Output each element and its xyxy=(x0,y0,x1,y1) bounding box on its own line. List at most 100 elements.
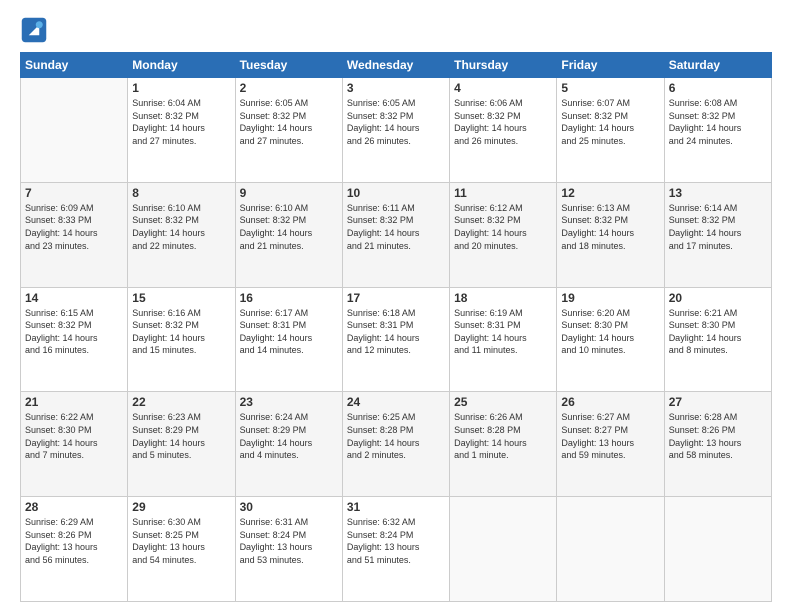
calendar-cell: 21 Sunrise: 6:22 AMSunset: 8:30 PMDayligh… xyxy=(21,392,128,497)
calendar-cell: 17 Sunrise: 6:18 AMSunset: 8:31 PMDayligh… xyxy=(342,287,449,392)
day-header-saturday: Saturday xyxy=(664,53,771,78)
day-number: 7 xyxy=(25,186,123,200)
day-number: 29 xyxy=(132,500,230,514)
calendar-cell: 7 Sunrise: 6:09 AMSunset: 8:33 PMDaylight… xyxy=(21,182,128,287)
calendar-cell: 2Sunrise: 6:05 AMSunset: 8:32 PMDaylight… xyxy=(235,78,342,183)
day-info: Sunrise: 6:19 AMSunset: 8:31 PMDaylight:… xyxy=(454,307,552,357)
calendar-cell: 31 Sunrise: 6:32 AMSunset: 8:24 PMDayligh… xyxy=(342,497,449,602)
day-number: 31 xyxy=(347,500,445,514)
day-info: Sunrise: 6:12 AMSunset: 8:32 PMDaylight:… xyxy=(454,202,552,252)
day-info: Sunrise: 6:10 AMSunset: 8:32 PMDaylight:… xyxy=(240,202,338,252)
day-number: 26 xyxy=(561,395,659,409)
day-number: 30 xyxy=(240,500,338,514)
day-info: Sunrise: 6:20 AMSunset: 8:30 PMDaylight:… xyxy=(561,307,659,357)
calendar-week-row: 21 Sunrise: 6:22 AMSunset: 8:30 PMDayligh… xyxy=(21,392,772,497)
logo xyxy=(20,16,52,44)
header xyxy=(20,16,772,44)
day-header-sunday: Sunday xyxy=(21,53,128,78)
day-number: 15 xyxy=(132,291,230,305)
day-info: Sunrise: 6:16 AMSunset: 8:32 PMDaylight:… xyxy=(132,307,230,357)
calendar-cell xyxy=(557,497,664,602)
calendar-cell: 5 Sunrise: 6:07 AMSunset: 8:32 PMDaylight… xyxy=(557,78,664,183)
day-info: Sunrise: 6:05 AMSunset: 8:32 PMDaylight:… xyxy=(347,97,445,147)
day-info: Sunrise: 6:09 AMSunset: 8:33 PMDaylight:… xyxy=(25,202,123,252)
day-info: Sunrise: 6:22 AMSunset: 8:30 PMDaylight:… xyxy=(25,411,123,461)
calendar-cell: 12 Sunrise: 6:13 AMSunset: 8:32 PMDayligh… xyxy=(557,182,664,287)
calendar-cell: 11 Sunrise: 6:12 AMSunset: 8:32 PMDayligh… xyxy=(450,182,557,287)
calendar-cell: 9 Sunrise: 6:10 AMSunset: 8:32 PMDaylight… xyxy=(235,182,342,287)
day-info: Sunrise: 6:17 AMSunset: 8:31 PMDaylight:… xyxy=(240,307,338,357)
day-number: 6 xyxy=(669,81,767,95)
day-number: 23 xyxy=(240,395,338,409)
calendar-week-row: 1Sunrise: 6:04 AMSunset: 8:32 PMDaylight… xyxy=(21,78,772,183)
calendar-cell: 13 Sunrise: 6:14 AMSunset: 8:32 PMDayligh… xyxy=(664,182,771,287)
calendar-cell: 8 Sunrise: 6:10 AMSunset: 8:32 PMDaylight… xyxy=(128,182,235,287)
day-info: Sunrise: 6:23 AMSunset: 8:29 PMDaylight:… xyxy=(132,411,230,461)
day-number: 27 xyxy=(669,395,767,409)
day-info: Sunrise: 6:10 AMSunset: 8:32 PMDaylight:… xyxy=(132,202,230,252)
day-info: Sunrise: 6:28 AMSunset: 8:26 PMDaylight:… xyxy=(669,411,767,461)
day-header-thursday: Thursday xyxy=(450,53,557,78)
calendar-cell: 19 Sunrise: 6:20 AMSunset: 8:30 PMDayligh… xyxy=(557,287,664,392)
day-number: 8 xyxy=(132,186,230,200)
day-info: Sunrise: 6:24 AMSunset: 8:29 PMDaylight:… xyxy=(240,411,338,461)
day-info: Sunrise: 6:14 AMSunset: 8:32 PMDaylight:… xyxy=(669,202,767,252)
day-number: 17 xyxy=(347,291,445,305)
day-info: Sunrise: 6:05 AMSunset: 8:32 PMDaylight:… xyxy=(240,97,338,147)
day-number: 25 xyxy=(454,395,552,409)
day-number: 14 xyxy=(25,291,123,305)
day-header-monday: Monday xyxy=(128,53,235,78)
day-info: Sunrise: 6:21 AMSunset: 8:30 PMDaylight:… xyxy=(669,307,767,357)
day-number: 10 xyxy=(347,186,445,200)
day-info: Sunrise: 6:18 AMSunset: 8:31 PMDaylight:… xyxy=(347,307,445,357)
calendar-cell: 18 Sunrise: 6:19 AMSunset: 8:31 PMDayligh… xyxy=(450,287,557,392)
day-header-wednesday: Wednesday xyxy=(342,53,449,78)
calendar-cell: 29 Sunrise: 6:30 AMSunset: 8:25 PMDayligh… xyxy=(128,497,235,602)
calendar-cell: 16Sunrise: 6:17 AMSunset: 8:31 PMDayligh… xyxy=(235,287,342,392)
day-info: Sunrise: 6:08 AMSunset: 8:32 PMDaylight:… xyxy=(669,97,767,147)
day-number: 11 xyxy=(454,186,552,200)
day-number: 12 xyxy=(561,186,659,200)
day-number: 3 xyxy=(347,81,445,95)
day-number: 4 xyxy=(454,81,552,95)
day-number: 20 xyxy=(669,291,767,305)
calendar-cell xyxy=(664,497,771,602)
calendar-cell: 30 Sunrise: 6:31 AMSunset: 8:24 PMDayligh… xyxy=(235,497,342,602)
calendar-cell xyxy=(21,78,128,183)
day-number: 13 xyxy=(669,186,767,200)
day-number: 18 xyxy=(454,291,552,305)
day-info: Sunrise: 6:06 AMSunset: 8:32 PMDaylight:… xyxy=(454,97,552,147)
calendar-cell: 4 Sunrise: 6:06 AMSunset: 8:32 PMDaylight… xyxy=(450,78,557,183)
calendar-cell: 23 Sunrise: 6:24 AMSunset: 8:29 PMDayligh… xyxy=(235,392,342,497)
day-info: Sunrise: 6:27 AMSunset: 8:27 PMDaylight:… xyxy=(561,411,659,461)
day-header-tuesday: Tuesday xyxy=(235,53,342,78)
day-info: Sunrise: 6:30 AMSunset: 8:25 PMDaylight:… xyxy=(132,516,230,566)
day-number: 19 xyxy=(561,291,659,305)
calendar-cell: 24Sunrise: 6:25 AMSunset: 8:28 PMDayligh… xyxy=(342,392,449,497)
calendar-week-row: 28Sunrise: 6:29 AMSunset: 8:26 PMDayligh… xyxy=(21,497,772,602)
day-number: 9 xyxy=(240,186,338,200)
day-info: Sunrise: 6:07 AMSunset: 8:32 PMDaylight:… xyxy=(561,97,659,147)
calendar-table: SundayMondayTuesdayWednesdayThursdayFrid… xyxy=(20,52,772,602)
calendar-cell: 3 Sunrise: 6:05 AMSunset: 8:32 PMDaylight… xyxy=(342,78,449,183)
calendar-cell: 6 Sunrise: 6:08 AMSunset: 8:32 PMDaylight… xyxy=(664,78,771,183)
day-info: Sunrise: 6:29 AMSunset: 8:26 PMDaylight:… xyxy=(25,516,123,566)
day-number: 22 xyxy=(132,395,230,409)
day-info: Sunrise: 6:15 AMSunset: 8:32 PMDaylight:… xyxy=(25,307,123,357)
calendar-cell: 22 Sunrise: 6:23 AMSunset: 8:29 PMDayligh… xyxy=(128,392,235,497)
day-header-friday: Friday xyxy=(557,53,664,78)
calendar-cell xyxy=(450,497,557,602)
calendar-week-row: 7 Sunrise: 6:09 AMSunset: 8:33 PMDaylight… xyxy=(21,182,772,287)
day-number: 1 xyxy=(132,81,230,95)
logo-icon xyxy=(20,16,48,44)
calendar-cell: 20 Sunrise: 6:21 AMSunset: 8:30 PMDayligh… xyxy=(664,287,771,392)
calendar-cell: 14 Sunrise: 6:15 AMSunset: 8:32 PMDayligh… xyxy=(21,287,128,392)
day-number: 21 xyxy=(25,395,123,409)
day-number: 24 xyxy=(347,395,445,409)
day-info: Sunrise: 6:13 AMSunset: 8:32 PMDaylight:… xyxy=(561,202,659,252)
day-info: Sunrise: 6:32 AMSunset: 8:24 PMDaylight:… xyxy=(347,516,445,566)
calendar-cell: 28Sunrise: 6:29 AMSunset: 8:26 PMDayligh… xyxy=(21,497,128,602)
day-info: Sunrise: 6:11 AMSunset: 8:32 PMDaylight:… xyxy=(347,202,445,252)
day-number: 5 xyxy=(561,81,659,95)
day-info: Sunrise: 6:31 AMSunset: 8:24 PMDaylight:… xyxy=(240,516,338,566)
